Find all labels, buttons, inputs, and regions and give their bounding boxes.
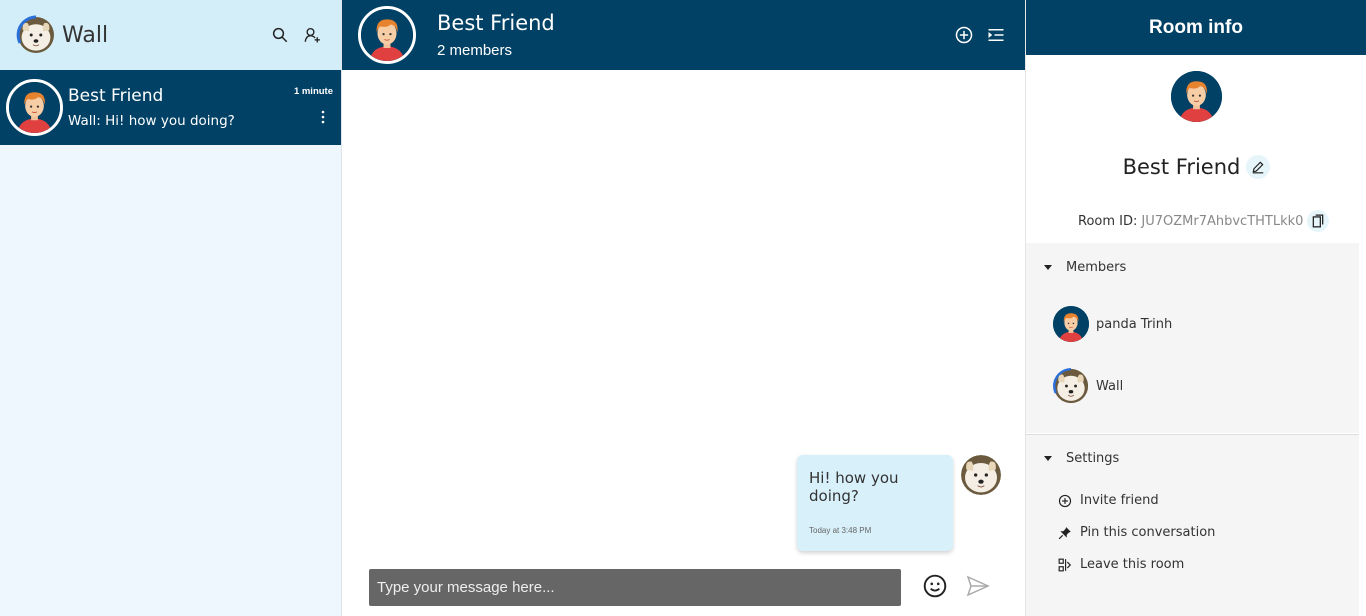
member-name: Wall [1096,378,1124,394]
sidebar: Wall Best Friend Wall: Hi! how you doing… [0,0,342,616]
chat-avatar [358,6,416,64]
copy-icon[interactable] [1307,210,1330,232]
setting-label: Invite friend [1080,493,1159,508]
settings-header[interactable]: Settings [1026,435,1359,481]
sidebar-header: Wall [0,0,341,70]
chat-header: Best Friend 2 members [342,0,1025,70]
room-info-panel: Room info Best Friend Room ID: JU7OZMr7A… [1025,0,1366,616]
room-info-title: Room info [1026,0,1366,55]
setting-label: Leave this room [1080,557,1185,572]
search-icon[interactable] [265,20,295,50]
room-list-item[interactable]: Best Friend Wall: Hi! how you doing? 1 m… [0,70,341,145]
toggle-info-icon[interactable] [981,20,1011,50]
member-item[interactable]: panda Trinh [1053,306,1172,342]
member-name: panda Trinh [1096,316,1173,332]
member-item[interactable]: Wall [1053,368,1123,404]
message-input[interactable] [377,579,893,596]
message-bubble[interactable]: Hi! how you doing? Today at 3:48 PM [797,455,953,551]
room-id-row: Room ID: JU7OZMr7AhbvcTHTLkk0 [1078,210,1330,232]
settings-label: Settings [1066,450,1120,466]
invite-friend-button[interactable]: Invite friend [1058,493,1159,508]
room-id-value: JU7OZMr7AhbvcTHTLkk0 [1141,213,1304,229]
add-friend-icon[interactable] [297,20,327,50]
add-circle-icon[interactable] [949,20,979,50]
room-avatar [6,79,63,136]
message-composer [369,569,901,606]
room-id-label: Room ID: [1078,213,1138,229]
chat-panel: Best Friend 2 members Hi! how you doing?… [342,0,1025,616]
caret-down-icon [1044,264,1052,270]
emoji-icon[interactable] [922,573,948,604]
edit-icon[interactable] [1246,155,1271,179]
user-name: Wall [62,22,109,48]
user-avatar[interactable] [16,15,56,55]
chat-members-count: 2 members [437,42,513,59]
message-time: Today at 3:48 PM [809,526,872,535]
caret-down-icon [1044,455,1052,461]
room-last-message: Wall: Hi! how you doing? [68,113,235,129]
settings-section: Settings Invite friend Pin this conversa… [1026,434,1359,616]
members-section: Members panda Trinh Wall [1026,243,1359,433]
leave-icon [1058,558,1072,571]
setting-label: Pin this conversation [1080,525,1216,540]
member-avatar [1053,306,1089,342]
chat-title: Best Friend [437,11,555,35]
room-info-avatar [1171,71,1222,122]
room-info-name: Best Friend [1122,155,1241,179]
leave-room-button[interactable]: Leave this room [1058,557,1184,572]
more-vert-icon[interactable] [321,110,325,129]
message-text: Hi! how you doing? [809,469,899,505]
app: Wall Best Friend Wall: Hi! how you doing… [0,0,1366,616]
members-header[interactable]: Members [1026,243,1359,291]
pin-icon [1058,526,1071,539]
pin-conversation-button[interactable]: Pin this conversation [1058,525,1215,540]
send-icon[interactable] [966,574,990,603]
message-row: Hi! how you doing? Today at 3:48 PM [797,455,1001,551]
member-avatar [1053,368,1089,404]
add-circle-icon [1058,494,1072,507]
room-info-name-row: Best Friend [1026,155,1366,179]
room-time: 1 minute [293,86,333,97]
message-avatar [961,455,1001,495]
members-label: Members [1066,259,1127,275]
